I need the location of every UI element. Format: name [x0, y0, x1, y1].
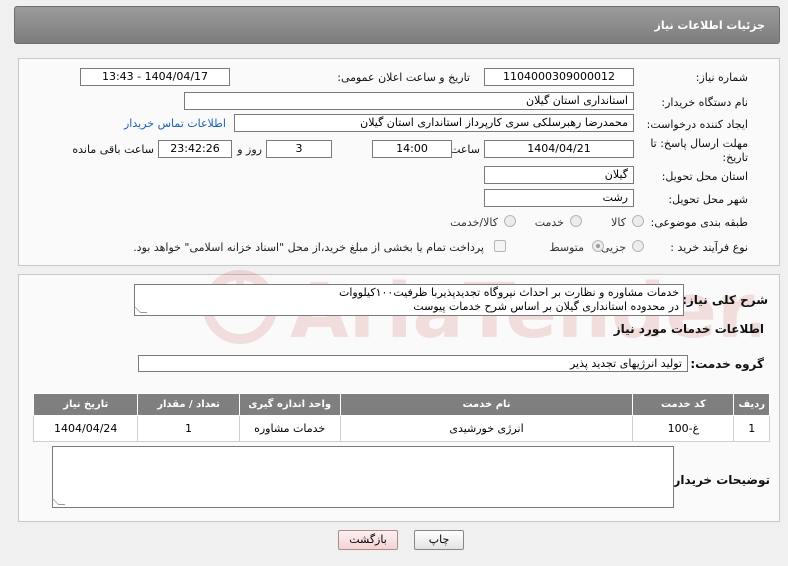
province-label: استان محل تحویل:: [661, 170, 748, 183]
page-header: جزئیات اطلاعات نیاز: [14, 6, 780, 44]
buyer-notes-field[interactable]: [52, 446, 674, 508]
cell-qty: 1: [137, 415, 240, 442]
col-unit: واحد اندازه گیری: [238, 393, 341, 416]
city-label: شهر محل تحویل:: [668, 193, 748, 206]
col-code: کد خدمت: [632, 393, 735, 416]
process-medium-radio[interactable]: [592, 240, 604, 252]
deadline-time-field[interactable]: 14:00: [372, 140, 452, 158]
deadline-label: مهلت ارسال پاسخ: تا تاریخ:: [650, 137, 748, 164]
col-date: تاریخ نیاز: [32, 393, 139, 416]
buyer-notes-label: توضیحات خریدار:: [668, 473, 770, 487]
days-label: روز و: [237, 143, 262, 156]
category-service-label: خدمت: [534, 216, 564, 229]
category-goods-radio[interactable]: [632, 215, 644, 227]
services-table: ردیف کد خدمت نام خدمت واحد اندازه گیری ت…: [32, 393, 770, 442]
process-minor-radio[interactable]: [632, 240, 644, 252]
cell-row: 1: [733, 415, 770, 442]
category-both-radio[interactable]: [504, 215, 516, 227]
remaining-time-field[interactable]: 23:42:26: [158, 140, 232, 158]
province-field[interactable]: گیلان: [484, 166, 634, 184]
buyer-org-field[interactable]: استانداری استان گیلان: [184, 92, 634, 110]
category-label: طبقه بندی موضوعی:: [650, 216, 748, 229]
print-button[interactable]: چاپ: [414, 530, 464, 550]
need-summary-line1: خدمات مشاوره و نظارت بر احداث نیروگاه تج…: [339, 286, 679, 299]
deadline-date-field[interactable]: 1404/04/21: [484, 140, 634, 158]
cell-date: 1404/04/24: [32, 415, 139, 442]
announce-label: تاریخ و ساعت اعلان عمومی:: [337, 71, 470, 84]
creator-field[interactable]: محمدرضا رهبرسلکی سری کارپرداز استانداری …: [234, 114, 634, 132]
announce-field[interactable]: 1404/04/17 - 13:43: [80, 68, 230, 86]
col-name: نام خدمت: [339, 393, 634, 416]
deadline-time-label: ساعت: [450, 143, 480, 156]
process-label: نوع فرآیند خرید :: [670, 241, 748, 254]
col-row: ردیف: [733, 393, 770, 416]
process-minor-label: جزیی: [600, 241, 626, 254]
need-summary-field[interactable]: خدمات مشاوره و نظارت بر احداث نیروگاه تج…: [134, 284, 684, 316]
category-goods-label: کالا: [611, 216, 626, 229]
treasury-payment-note: پرداخت تمام یا بخشی از مبلغ خرید،از محل …: [133, 241, 484, 254]
cell-code: غ-100: [632, 415, 735, 442]
need-summary-label: شرح کلی نیاز:: [682, 293, 768, 307]
process-medium-label: متوسط: [549, 241, 584, 254]
treasury-payment-checkbox[interactable]: [494, 240, 506, 252]
service-group-label: گروه خدمت:: [690, 357, 764, 371]
cell-unit: خدمات مشاوره: [238, 415, 341, 442]
cell-name: انرژی خورشیدی: [339, 415, 634, 442]
days-field[interactable]: 3: [266, 140, 332, 158]
need-summary-line2: در محدوده استانداری گیلان بر اساس شرح خد…: [413, 300, 679, 313]
service-group-field[interactable]: تولید انرژیهای تجدید پذیر: [138, 355, 688, 372]
need-number-label: شماره نیاز:: [695, 71, 748, 84]
buyer-contact-link[interactable]: اطلاعات تماس خریدار: [124, 117, 226, 130]
remaining-label: ساعت باقی مانده: [72, 143, 154, 156]
need-number-field[interactable]: 1104000309000012: [484, 68, 634, 86]
category-both-label: کالا/خدمت: [450, 216, 498, 229]
services-section-title: اطلاعات خدمات مورد نیاز: [613, 322, 764, 336]
buyer-org-label: نام دستگاه خریدار:: [661, 96, 748, 109]
creator-label: ایجاد کننده درخواست:: [646, 118, 748, 131]
page-title: جزئیات اطلاعات نیاز: [654, 19, 766, 32]
city-field[interactable]: رشت: [484, 189, 634, 207]
table-row: 1 غ-100 انرژی خورشیدی خدمات مشاوره 1 140…: [32, 415, 770, 442]
back-button[interactable]: بازگشت: [338, 530, 398, 550]
category-service-radio[interactable]: [570, 215, 582, 227]
table-header-row: ردیف کد خدمت نام خدمت واحد اندازه گیری ت…: [32, 393, 770, 416]
col-qty: تعداد / مقدار: [137, 393, 240, 416]
